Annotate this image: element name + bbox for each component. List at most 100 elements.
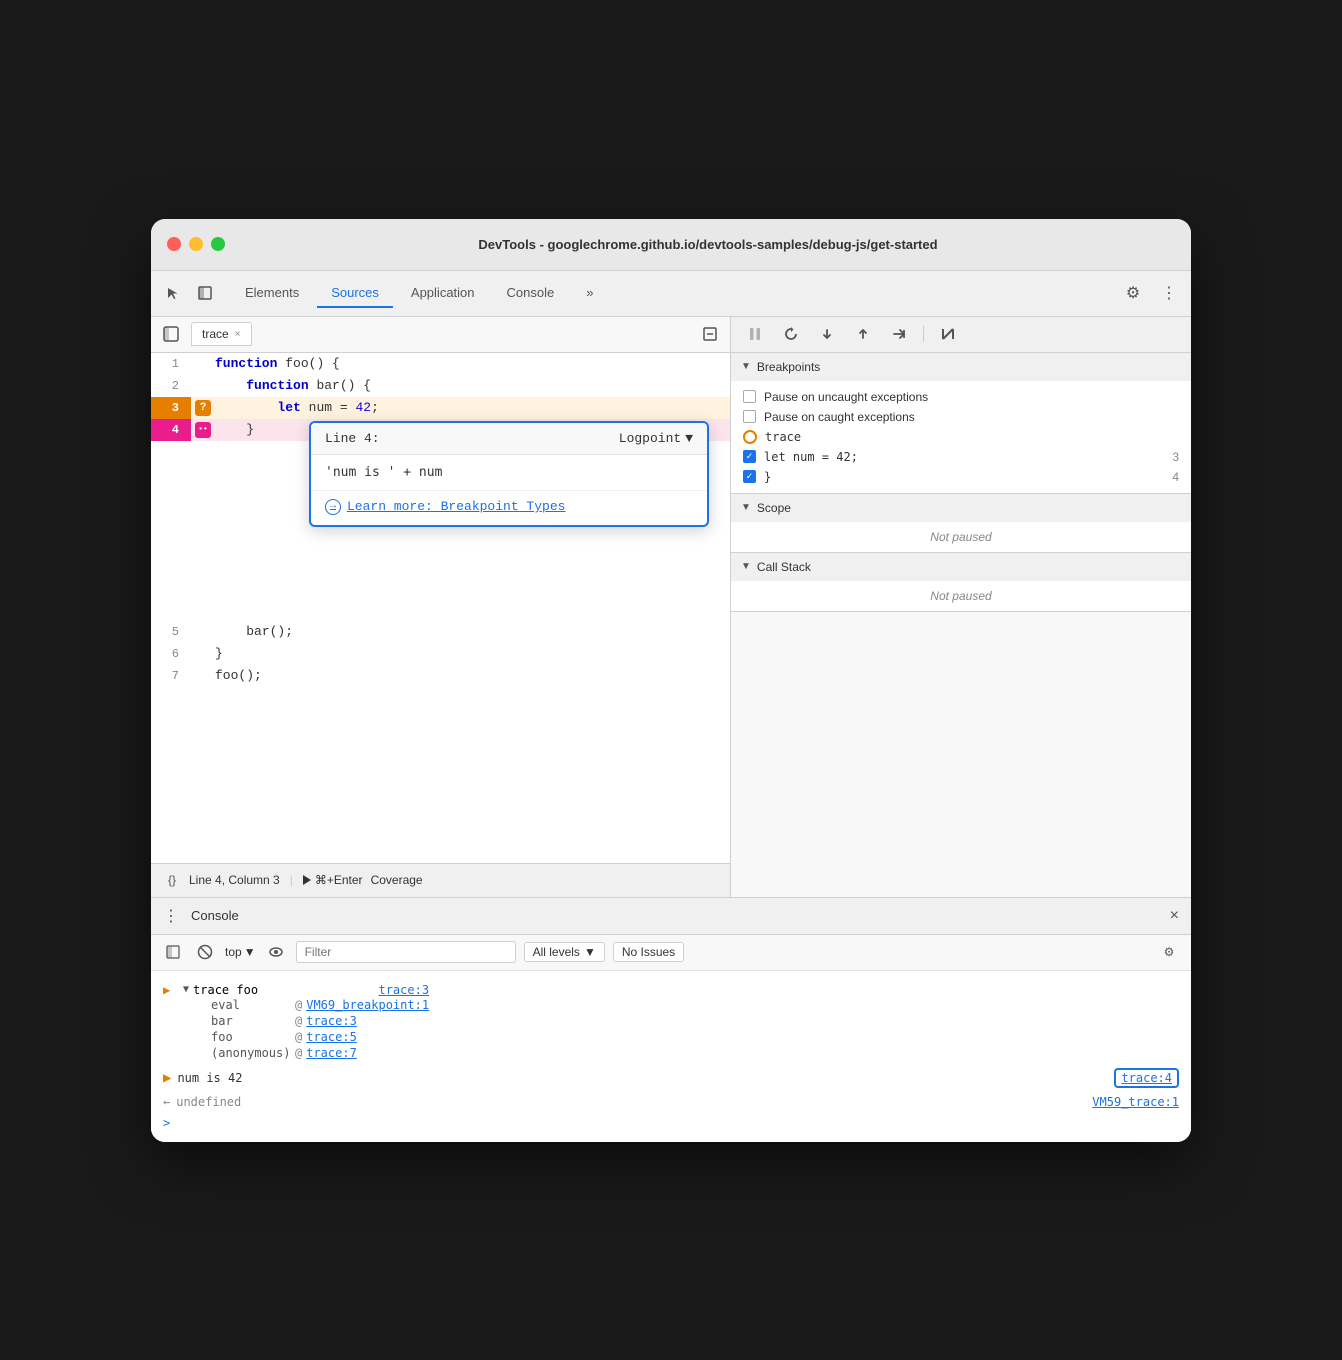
console-close-btn[interactable]: ×: [1170, 907, 1179, 925]
console-levels-btn[interactable]: All levels ▼: [524, 942, 605, 962]
position-label: Line 4, Column 3: [189, 873, 280, 887]
devtools-window: DevTools - googlechrome.github.io/devtoo…: [151, 219, 1191, 1142]
console-clear-btn[interactable]: [193, 940, 217, 964]
tab-sources[interactable]: Sources: [317, 279, 393, 308]
trace-row-anon: (anonymous) @ trace:7: [183, 1045, 429, 1061]
pause-uncaught-checkbox[interactable]: [743, 390, 756, 403]
bp-entry-trace[interactable]: trace: [731, 427, 1191, 447]
breakpoints-section: ▼ Breakpoints Pause on uncaught exceptio…: [731, 353, 1191, 494]
code-line-1: 1 function foo() {: [151, 353, 730, 375]
trace-link-foo[interactable]: trace:5: [306, 1030, 357, 1044]
output-source-vm59[interactable]: VM59_trace:1: [1092, 1095, 1179, 1109]
close-button[interactable]: [167, 237, 181, 251]
bp-code-brace: }: [764, 470, 1164, 484]
trace-link-bar[interactable]: trace:3: [306, 1014, 357, 1028]
console-filter-input[interactable]: [296, 941, 516, 963]
sidebar-toggle[interactable]: [159, 322, 183, 346]
callstack-header[interactable]: ▼ Call Stack: [731, 553, 1191, 581]
toolbar-left-icons: [159, 279, 219, 307]
tab-application[interactable]: Application: [397, 279, 489, 308]
more-options-icon[interactable]: ⋮: [1155, 279, 1183, 307]
line-num-3: 3: [151, 397, 191, 419]
run-button[interactable]: ⌘+Enter: [303, 873, 363, 887]
trace-source[interactable]: trace:3: [378, 983, 429, 997]
file-tabs: trace ×: [151, 317, 730, 353]
trace-link-anon[interactable]: trace:7: [306, 1046, 357, 1060]
code-line-7: 7 foo();: [151, 665, 730, 687]
callstack-body: Not paused: [731, 581, 1191, 611]
deactivate-btn[interactable]: [936, 322, 960, 346]
main-toolbar: Elements Sources Application Console » ⚙…: [151, 271, 1191, 317]
bp-checkbox-num[interactable]: ✓: [743, 450, 756, 463]
dock-icon[interactable]: [191, 279, 219, 307]
line-num-4: 4: [151, 419, 191, 441]
file-tab-right-icon[interactable]: [698, 322, 722, 346]
tab-console[interactable]: Console: [493, 279, 569, 308]
trace-expand-icon[interactable]: ▼: [183, 984, 189, 995]
pause-uncaught-label: Pause on uncaught exceptions: [764, 390, 928, 404]
line-badge-4: ••: [191, 419, 215, 441]
minimize-button[interactable]: [189, 237, 203, 251]
step-up-btn[interactable]: [851, 322, 875, 346]
prompt-caret-icon: >: [163, 1116, 170, 1130]
file-tab-close[interactable]: ×: [235, 329, 241, 340]
cursor-icon[interactable]: [159, 279, 187, 307]
debug-sep: [923, 326, 924, 342]
right-panel: ▼ Breakpoints Pause on uncaught exceptio…: [731, 317, 1191, 897]
console-section: ⋮ Console × top ▼ All levels ▼: [151, 897, 1191, 1142]
left-panel: trace × 1 function foo(): [151, 317, 731, 897]
bp-entry-brace[interactable]: ✓ } 4: [731, 467, 1191, 487]
console-header: ⋮ Console ×: [151, 897, 1191, 935]
console-trace-entry: ▶ ▼ trace foo trace:3 eval @ VM69_breakp…: [151, 979, 1191, 1064]
pause-caught-row[interactable]: Pause on caught exceptions: [731, 407, 1191, 427]
console-eye-btn[interactable]: [264, 940, 288, 964]
console-settings-icon[interactable]: ⚙: [1157, 940, 1181, 964]
bp-line-num: 3: [1172, 450, 1179, 464]
file-tab-trace[interactable]: trace ×: [191, 322, 252, 346]
line-content-5: bar();: [215, 621, 730, 643]
main-layout: trace × 1 function foo(): [151, 317, 1191, 897]
logpoint-header: Line 4: Logpoint ▼: [311, 423, 707, 455]
logpoint-input[interactable]: [325, 465, 693, 480]
reload-btn[interactable]: [779, 322, 803, 346]
logpoint-type-dropdown[interactable]: Logpoint ▼: [619, 431, 693, 446]
console-toolbar: top ▼ All levels ▼ No Issues ⚙: [151, 935, 1191, 971]
console-issues-btn[interactable]: No Issues: [613, 942, 684, 962]
scope-section: ▼ Scope Not paused: [731, 494, 1191, 553]
trace-row-foo: foo @ trace:5: [183, 1029, 429, 1045]
console-sidebar-btn[interactable]: [161, 940, 185, 964]
line-badge-5: [191, 621, 215, 643]
logpoint-learn-more-link[interactable]: → Learn more: Breakpoint Types: [325, 499, 693, 515]
line-content-2: function bar() {: [215, 375, 730, 397]
scope-body: Not paused: [731, 522, 1191, 552]
breakpoints-header[interactable]: ▼ Breakpoints: [731, 353, 1191, 381]
tab-more[interactable]: »: [572, 279, 607, 308]
breakpoints-title: Breakpoints: [757, 360, 820, 374]
settings-icon[interactable]: ⚙: [1119, 279, 1147, 307]
top-context-selector[interactable]: top ▼: [225, 945, 256, 959]
code-line-6: 6 }: [151, 643, 730, 665]
logpoint-popup[interactable]: Line 4: Logpoint ▼ → Learn more: Br: [309, 421, 709, 527]
line-badge-1: [191, 353, 215, 375]
code-lines-after: 5 bar(); 6 } 7 foo();: [151, 621, 730, 687]
pause-caught-checkbox[interactable]: [743, 410, 756, 423]
bp-checkbox-brace[interactable]: ✓: [743, 470, 756, 483]
bp-entry-num[interactable]: ✓ let num = 42; 3: [731, 447, 1191, 467]
debug-toolbar: [731, 317, 1191, 353]
line-content-7: foo();: [215, 665, 730, 687]
trace-header: ▼ trace foo trace:3: [183, 983, 429, 997]
scope-header[interactable]: ▼ Scope: [731, 494, 1191, 522]
question-badge: ?: [195, 400, 211, 416]
tab-elements[interactable]: Elements: [231, 279, 313, 308]
code-editor[interactable]: 1 function foo() { 2 function bar() { 3: [151, 353, 730, 863]
step-forward-btn[interactable]: [887, 322, 911, 346]
maximize-button[interactable]: [211, 237, 225, 251]
step-over-btn[interactable]: [815, 322, 839, 346]
output-source-outlined[interactable]: trace:4: [1114, 1068, 1179, 1088]
trace-link-vm69[interactable]: VM69_breakpoint:1: [306, 998, 429, 1012]
trace-row-eval: eval @ VM69_breakpoint:1: [183, 997, 429, 1013]
console-output-num: ▶ num is 42 trace:4: [151, 1064, 1191, 1091]
traffic-lights: [167, 237, 225, 251]
pause-btn[interactable]: [743, 322, 767, 346]
pause-uncaught-row[interactable]: Pause on uncaught exceptions: [731, 387, 1191, 407]
